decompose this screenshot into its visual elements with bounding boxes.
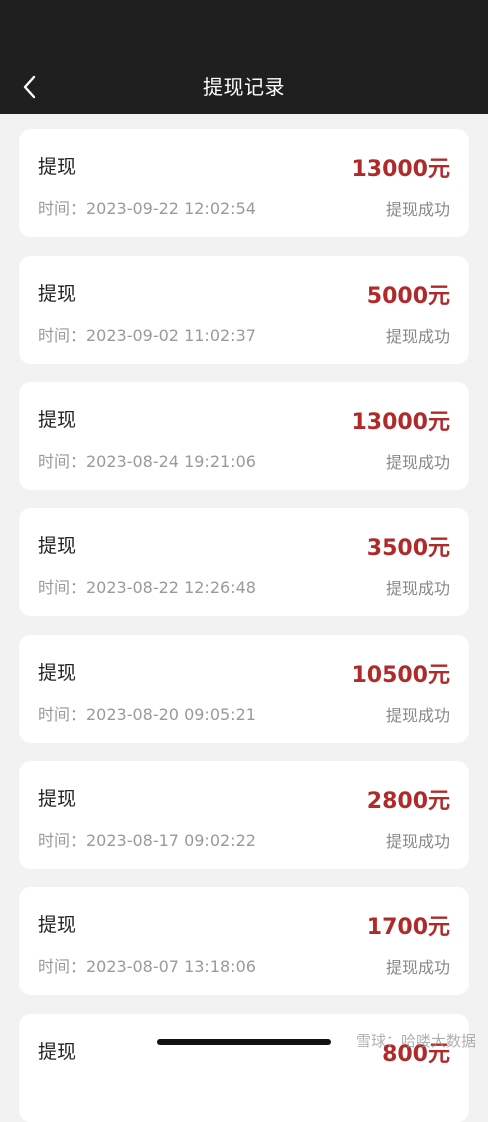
record-item[interactable]: 提现 13000元 时间：2023-08-24 19:21:06 提现成功 [19, 382, 469, 490]
record-status: 提现成功 [385, 327, 450, 346]
record-status: 提现成功 [385, 453, 450, 472]
record-amount: 13000元 [351, 410, 450, 435]
record-amount: 5000元 [366, 284, 450, 309]
record-amount: 10500元 [351, 663, 450, 688]
record-amount: 1700元 [366, 915, 450, 940]
record-status: 提现成功 [385, 832, 450, 851]
record-type: 提现 [38, 914, 77, 936]
record-item[interactable]: 提现 1700元 时间：2023-08-07 13:18:06 提现成功 [19, 887, 469, 995]
record-item[interactable]: 提现 10500元 时间：2023-08-20 09:05:21 提现成功 [19, 635, 469, 743]
record-type: 提现 [38, 535, 77, 557]
record-amount: 3500元 [366, 536, 450, 561]
record-type: 提现 [38, 662, 77, 684]
record-time: 时间：2023-08-20 09:05:21 [38, 705, 256, 724]
record-status: 提现成功 [385, 958, 450, 977]
page-title: 提现记录 [203, 75, 285, 99]
record-type: 提现 [38, 1041, 77, 1063]
record-status: 提现成功 [385, 579, 450, 598]
record-amount: 13000元 [351, 157, 450, 182]
record-item[interactable]: 提现 3500元 时间：2023-08-22 12:26:48 提现成功 [19, 508, 469, 616]
record-amount: 2800元 [366, 789, 450, 814]
record-time: 时间：2023-08-17 09:02:22 [38, 831, 256, 850]
record-item[interactable]: 提现 5000元 时间：2023-09-02 11:02:37 提现成功 [19, 256, 469, 364]
record-time: 时间：2023-08-24 19:21:06 [38, 452, 256, 471]
record-item[interactable]: 提现 13000元 时间：2023-09-22 12:02:54 提现成功 [19, 129, 469, 237]
record-type: 提现 [38, 409, 77, 431]
record-time: 时间：2023-08-07 13:18:06 [38, 957, 256, 976]
home-indicator[interactable] [157, 1039, 331, 1045]
record-time: 时间：2023-09-22 12:02:54 [38, 199, 256, 218]
nav-bar: 提现记录 [0, 0, 488, 114]
record-type: 提现 [38, 283, 77, 305]
record-status: 提现成功 [385, 706, 450, 725]
record-type: 提现 [38, 156, 77, 178]
record-time: 时间：2023-08-22 12:26:48 [38, 578, 256, 597]
record-type: 提现 [38, 788, 77, 810]
record-status: 提现成功 [385, 200, 450, 219]
record-item[interactable]: 提现 2800元 时间：2023-08-17 09:02:22 提现成功 [19, 761, 469, 869]
record-time: 时间：2023-09-02 11:02:37 [38, 326, 256, 345]
watermark: 雪球：哈喽大数据 [355, 1032, 476, 1050]
